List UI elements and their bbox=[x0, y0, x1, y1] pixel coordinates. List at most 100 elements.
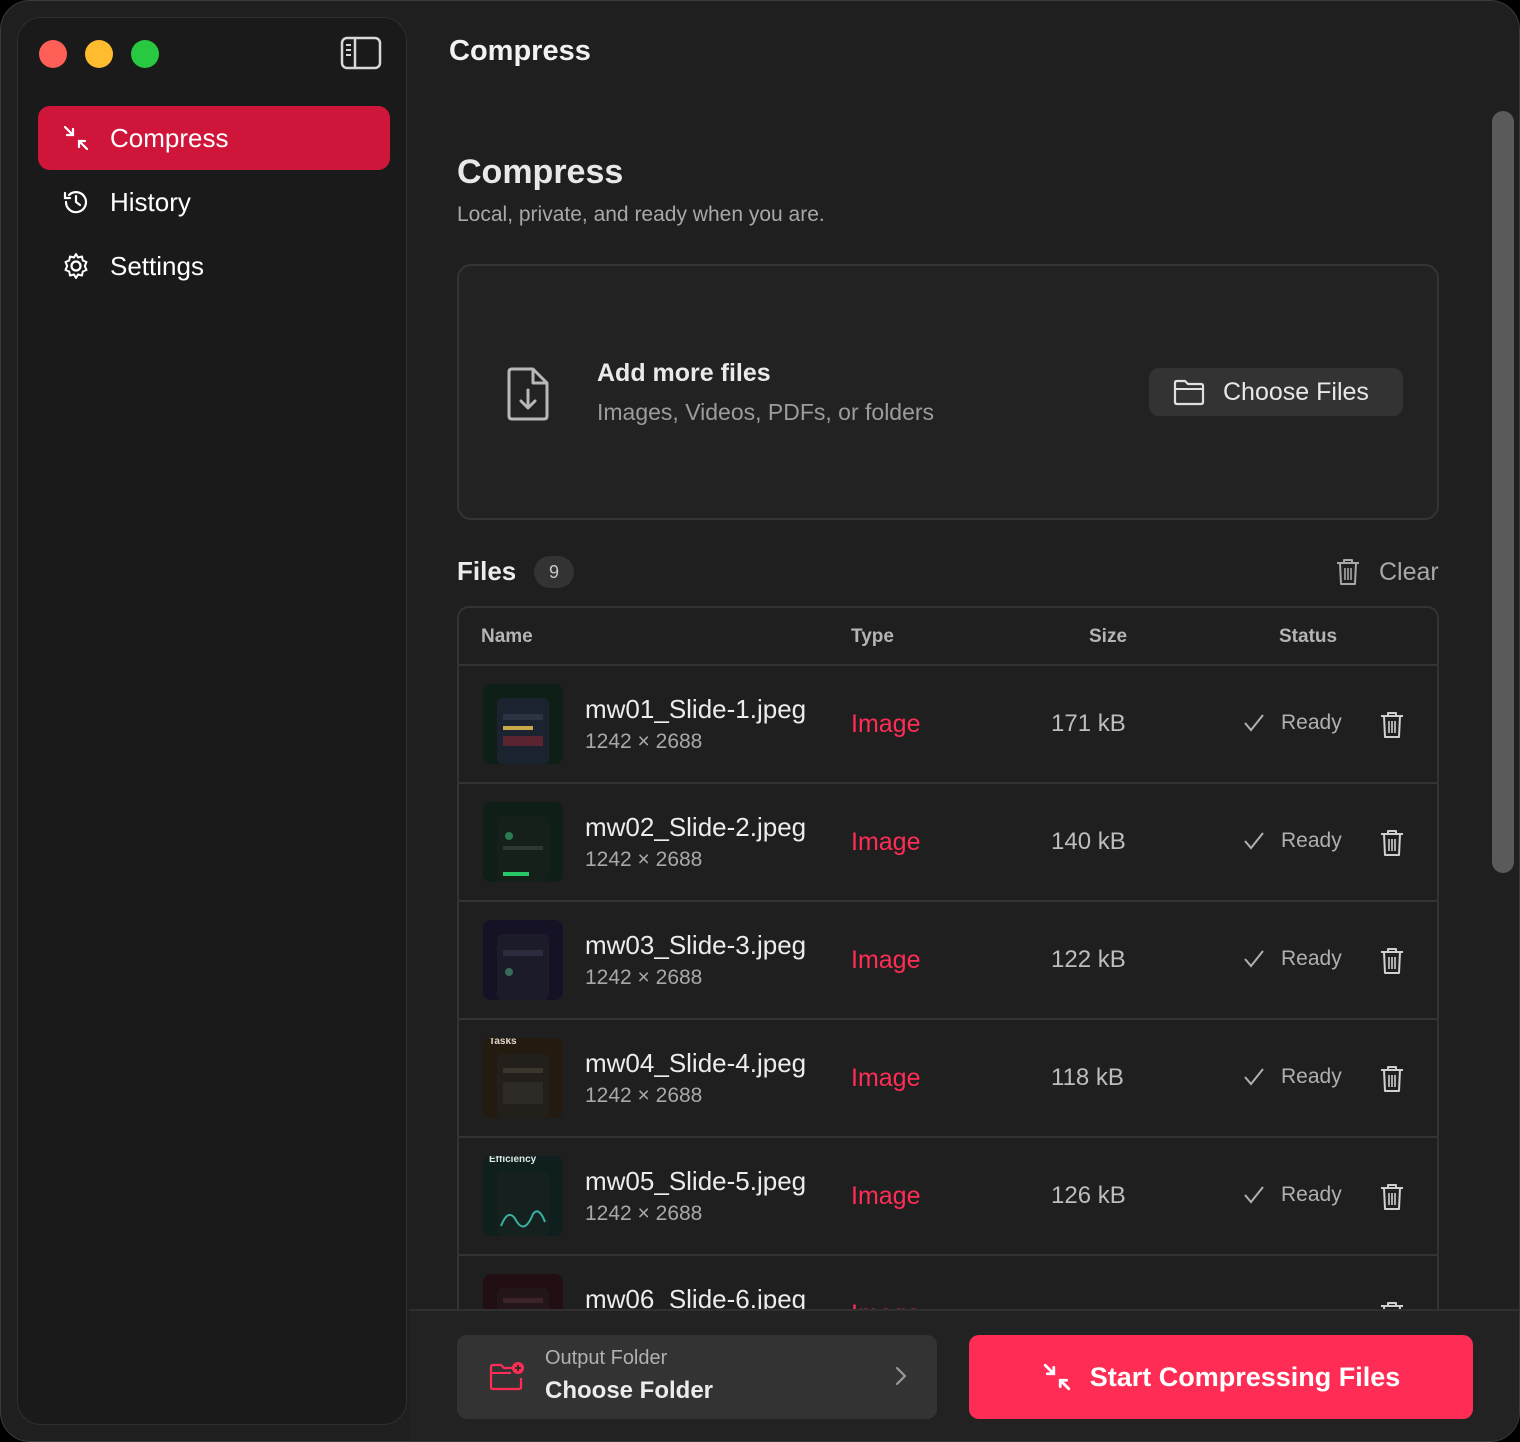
main-content: Compress Local, private, and ready when … bbox=[409, 101, 1489, 1309]
file-thumbnail: Tasks bbox=[483, 1038, 563, 1118]
page-subtitle: Local, private, and ready when you are. bbox=[457, 203, 825, 226]
trash-icon[interactable] bbox=[1379, 1064, 1405, 1094]
file-name: mw04_Slide-4.jpeg bbox=[585, 1048, 807, 1078]
table-row[interactable]: mw06_Slide-6.jpeg Image bbox=[459, 1256, 1437, 1309]
file-name: mw06_Slide-6.jpeg bbox=[585, 1284, 807, 1309]
status-label: Ready bbox=[1281, 947, 1342, 970]
files-table: Name Type Size Status mw01_Slide-1.jpeg … bbox=[457, 606, 1439, 1309]
file-type: Image bbox=[851, 1182, 921, 1210]
files-count-badge: 9 bbox=[534, 556, 574, 588]
file-status: Ready bbox=[1243, 947, 1342, 971]
output-folder-value: Choose Folder bbox=[545, 1377, 714, 1404]
trash-icon bbox=[1337, 559, 1359, 585]
clear-files-button[interactable]: Clear bbox=[1335, 557, 1439, 587]
file-dimensions: 1242 × 2688 bbox=[585, 730, 703, 753]
start-compressing-button[interactable]: Start Compressing Files bbox=[969, 1335, 1473, 1419]
column-header-size[interactable]: Size bbox=[1089, 626, 1127, 648]
file-thumbnail bbox=[483, 920, 563, 1000]
file-name: mw05_Slide-5.jpeg bbox=[585, 1166, 807, 1196]
table-row[interactable]: mw01_Slide-1.jpeg 1242 × 2688 Image 171 … bbox=[459, 666, 1437, 784]
files-heading: Files bbox=[457, 556, 517, 586]
file-size: 118 kB bbox=[1051, 1064, 1124, 1091]
file-download-icon bbox=[507, 367, 549, 421]
file-dimensions: 1242 × 2688 bbox=[585, 848, 703, 871]
app-window: Compress History Settings Compress Compr… bbox=[0, 0, 1520, 1442]
table-row[interactable]: Efficiency mw05_Slide-5.jpeg 1242 × 2688… bbox=[459, 1138, 1437, 1256]
bottom-action-bar: Output Folder Choose Folder Start Compre… bbox=[409, 1309, 1519, 1441]
close-window-button[interactable] bbox=[39, 40, 67, 68]
compress-icon bbox=[1043, 1363, 1070, 1391]
checkmark-icon bbox=[1244, 832, 1264, 850]
file-thumbnail: Efficiency bbox=[483, 1156, 563, 1236]
window-title: Compress bbox=[449, 35, 591, 67]
sidebar: Compress History Settings bbox=[17, 17, 407, 1425]
file-status: Ready bbox=[1243, 1065, 1342, 1089]
table-row[interactable]: Tasks mw04_Slide-4.jpeg 1242 × 2688 Imag… bbox=[459, 1020, 1437, 1138]
sidebar-toggle-icon[interactable] bbox=[340, 36, 382, 70]
choose-files-button[interactable]: Choose Files bbox=[1149, 368, 1403, 416]
folder-add-icon bbox=[489, 1362, 524, 1391]
chevron-right-icon bbox=[895, 1366, 907, 1386]
status-label: Ready bbox=[1281, 1065, 1342, 1088]
compress-icon bbox=[60, 122, 92, 154]
file-type: Image bbox=[851, 1300, 920, 1309]
minimize-window-button[interactable] bbox=[85, 40, 113, 68]
start-compressing-label: Start Compressing Files bbox=[1089, 1361, 1401, 1392]
column-header-name[interactable]: Name bbox=[481, 626, 533, 648]
trash-icon[interactable] bbox=[1379, 828, 1405, 858]
zoom-window-button[interactable] bbox=[131, 40, 159, 68]
choose-files-label: Choose Files bbox=[1223, 377, 1369, 406]
file-type: Image bbox=[851, 1064, 921, 1092]
checkmark-icon bbox=[1244, 714, 1264, 732]
trash-icon[interactable] bbox=[1379, 946, 1405, 976]
table-row[interactable]: mw03_Slide-3.jpeg 1242 × 2688 Image 122 … bbox=[459, 902, 1437, 1020]
history-icon bbox=[60, 186, 92, 218]
trash-icon[interactable] bbox=[1379, 710, 1405, 740]
clear-label: Clear bbox=[1379, 557, 1439, 586]
dropzone-title: Add more files bbox=[597, 359, 771, 387]
file-status: Ready bbox=[1243, 829, 1342, 853]
file-status: Ready bbox=[1243, 711, 1342, 735]
table-row[interactable]: mw02_Slide-2.jpeg 1242 × 2688 Image 140 … bbox=[459, 784, 1437, 902]
file-thumbnail bbox=[483, 684, 563, 764]
file-size: 140 kB bbox=[1051, 828, 1126, 855]
file-dimensions: 1242 × 2688 bbox=[585, 966, 703, 989]
file-thumbnail bbox=[483, 802, 563, 882]
page-title: Compress bbox=[457, 153, 624, 191]
file-status: Ready bbox=[1243, 1183, 1342, 1207]
file-size: 122 kB bbox=[1051, 946, 1126, 973]
thumbnail-caption: Efficiency bbox=[489, 1156, 537, 1165]
sidebar-item-label: Compress bbox=[110, 122, 229, 153]
file-type: Image bbox=[851, 946, 921, 974]
checkmark-icon bbox=[1244, 1068, 1264, 1086]
file-thumbnail bbox=[483, 1274, 563, 1309]
column-header-type[interactable]: Type bbox=[851, 626, 894, 648]
file-size: 171 kB bbox=[1051, 710, 1126, 737]
column-header-status[interactable]: Status bbox=[1279, 626, 1337, 648]
status-label: Ready bbox=[1281, 829, 1342, 852]
status-label: Ready bbox=[1281, 1183, 1342, 1206]
output-folder-button[interactable]: Output Folder Choose Folder bbox=[457, 1335, 937, 1419]
trash-icon[interactable] bbox=[1379, 1182, 1405, 1212]
thumbnail-caption: Tasks bbox=[489, 1038, 517, 1047]
checkmark-icon bbox=[1244, 1186, 1264, 1204]
sidebar-item-settings[interactable]: Settings bbox=[38, 234, 390, 298]
folder-icon bbox=[1173, 379, 1205, 406]
file-dimensions: 1242 × 2688 bbox=[585, 1202, 703, 1225]
sidebar-item-history[interactable]: History bbox=[38, 170, 390, 234]
file-type: Image bbox=[851, 710, 921, 738]
status-label: Ready bbox=[1281, 711, 1342, 734]
dropzone-subtitle: Images, Videos, PDFs, or folders bbox=[597, 399, 935, 425]
file-dimensions: 1242 × 2688 bbox=[585, 1084, 703, 1107]
checkmark-icon bbox=[1244, 950, 1264, 968]
file-dropzone[interactable]: Add more files Images, Videos, PDFs, or … bbox=[457, 264, 1439, 520]
table-header: Name Type Size Status bbox=[459, 608, 1437, 666]
scrollbar-thumb[interactable] bbox=[1492, 111, 1514, 873]
file-size: 126 kB bbox=[1051, 1182, 1126, 1209]
file-type: Image bbox=[851, 828, 921, 856]
sidebar-item-compress[interactable]: Compress bbox=[38, 106, 390, 170]
file-name: mw02_Slide-2.jpeg bbox=[585, 812, 807, 842]
sidebar-item-label: Settings bbox=[110, 250, 204, 281]
trash-icon[interactable] bbox=[1379, 1300, 1405, 1309]
output-folder-label: Output Folder bbox=[545, 1347, 668, 1369]
